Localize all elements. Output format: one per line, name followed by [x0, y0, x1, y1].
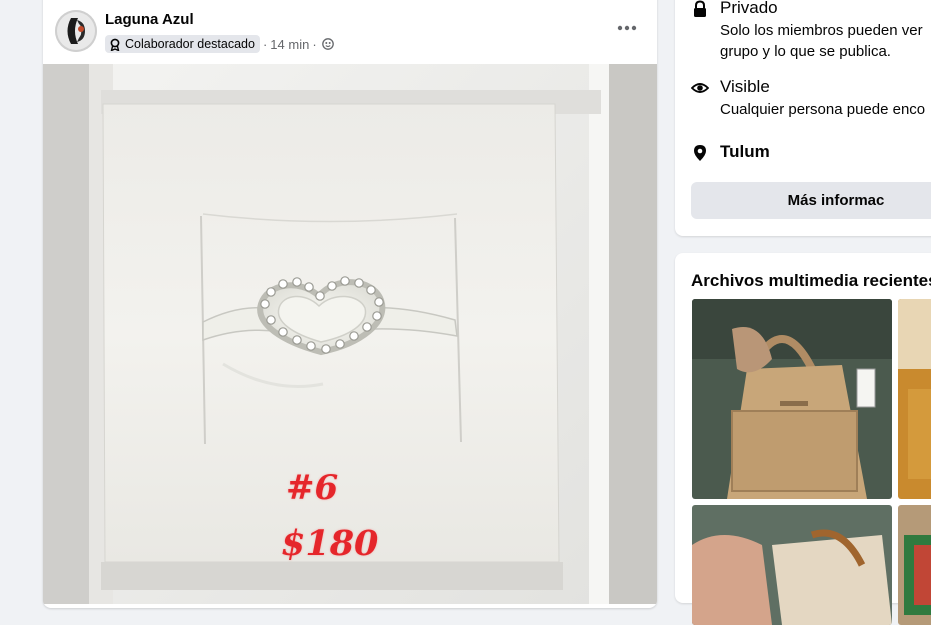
media-thumbnail[interactable] — [692, 505, 892, 625]
eye-icon — [691, 83, 709, 93]
post-author-name[interactable]: Laguna Azul — [105, 11, 194, 28]
author-avatar[interactable] — [55, 10, 97, 52]
meta-separator: · — [312, 36, 317, 52]
post-photo[interactable]: #6 $180 — [43, 64, 657, 604]
photo-caption-size: #6 — [286, 468, 339, 508]
media-photo — [898, 505, 931, 625]
post-card: Laguna Azul Colaborador destacado · 14 m… — [43, 0, 657, 608]
location-pin-icon — [694, 145, 706, 161]
visible-description: Cualquier persona puede enco — [720, 101, 926, 118]
handbag-photo — [692, 299, 892, 499]
award-icon — [110, 38, 120, 51]
privacy-desc-line2: grupo y lo que se publica. — [720, 43, 891, 60]
media-thumbnail[interactable] — [898, 299, 931, 499]
more-horizontal-icon — [617, 25, 637, 31]
lock-icon — [694, 0, 706, 17]
visible-title: Visible — [720, 77, 770, 96]
media-photo — [692, 505, 892, 625]
privacy-desc-line1: Solo los miembros pueden ver — [720, 22, 923, 39]
post-header: Laguna Azul Colaborador destacado · 14 m… — [43, 0, 657, 64]
media-photo — [898, 299, 931, 499]
privacy-title: Privado — [720, 0, 778, 17]
badge-label: Colaborador destacado — [125, 37, 255, 51]
photo-caption-price: $180 — [281, 523, 379, 564]
group-about-card: Privado Solo los miembros pueden ver gru… — [675, 0, 931, 236]
more-info-button[interactable]: Más informac — [691, 182, 931, 219]
featured-contributor-badge[interactable]: Colaborador destacado — [105, 35, 260, 53]
recent-media-card: Archivos multimedia recientes — [675, 253, 931, 625]
media-thumbnail[interactable] — [898, 505, 931, 625]
globe-icon — [321, 38, 334, 50]
meta-separator: · — [262, 36, 268, 52]
recent-media-title: Archivos multimedia recientes — [691, 271, 931, 290]
post-more-options-button[interactable] — [611, 16, 643, 40]
location-title[interactable]: Tulum — [720, 142, 770, 162]
post-time[interactable]: 14 min — [270, 37, 309, 52]
privacy-description: Solo los miembros pueden ver grupo y lo … — [720, 20, 931, 62]
media-thumbnail[interactable] — [692, 299, 892, 499]
post-meta: Colaborador destacado · 14 min · — [105, 33, 334, 55]
